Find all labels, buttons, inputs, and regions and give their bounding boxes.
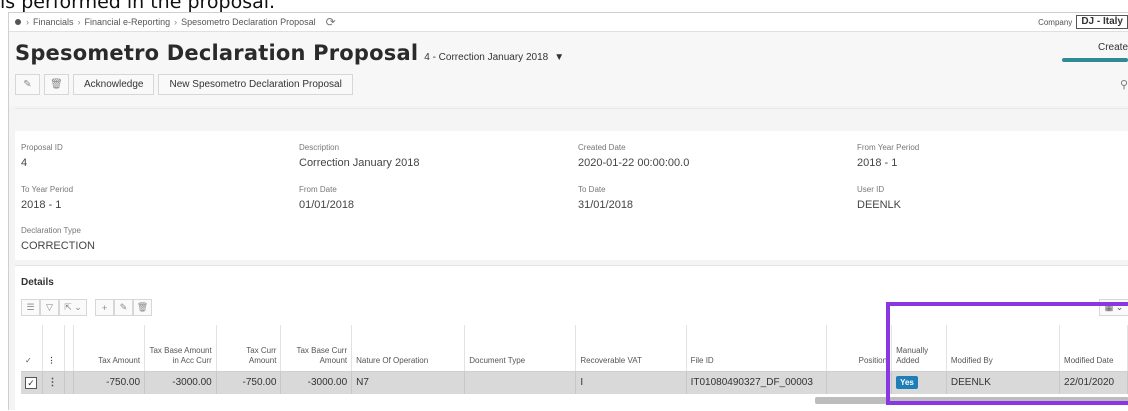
row-checkbox[interactable]: ✓ <box>21 371 44 394</box>
field-declaration-type: Declaration Type CORRECTION <box>21 226 95 252</box>
edit-row-button[interactable]: ✎ <box>114 299 133 316</box>
grid-toolbar: ☰ ▽ ⇱ ⌄ + ✎ 🗑 <box>21 299 152 316</box>
field-value: 31/01/2018 <box>578 199 634 211</box>
caret-down-icon[interactable]: ▼ <box>554 52 564 63</box>
cell-recoverable-vat: I <box>575 371 687 394</box>
field-label: To Year Period <box>21 185 74 194</box>
delete-button[interactable]: 🗑 <box>44 74 69 95</box>
create-status-label: Create <box>1097 42 1128 53</box>
pencil-icon: ✎ <box>119 302 128 312</box>
add-row-button[interactable]: + <box>95 299 114 316</box>
highlight-annotation-box <box>886 302 1128 405</box>
field-label: User ID <box>857 185 885 194</box>
field-user-id: User ID DEENLK <box>857 185 901 211</box>
cell-position <box>826 371 893 394</box>
field-label: Created Date <box>578 143 626 152</box>
field-value: 01/01/2018 <box>299 199 355 211</box>
field-value: CORRECTION <box>21 240 95 252</box>
select-all-checkbox[interactable]: ✓ <box>21 325 44 372</box>
pencil-icon: ✎ <box>23 79 32 90</box>
export-icon: ⇱ ⌄ <box>64 302 82 312</box>
proposal-details-card: Proposal ID 4 Description Correction Jan… <box>15 108 1128 260</box>
field-description: Description Correction January 2018 <box>299 143 419 169</box>
col-position[interactable]: Position <box>826 325 893 372</box>
kebab-icon: ⋮ <box>47 355 56 365</box>
list-view-button[interactable]: ☰ <box>21 299 40 316</box>
filter-icon: ▽ <box>46 302 53 312</box>
col-tax-curr-amount[interactable]: Tax Curr Amount <box>216 325 282 372</box>
cell-nature-of-operation: N7 <box>351 371 466 394</box>
kebab-icon: ⋮ <box>47 377 58 389</box>
col-nature-of-operation[interactable]: Nature Of Operation <box>351 325 466 372</box>
chevron-right-icon: › <box>77 17 81 27</box>
trash-icon: 🗑 <box>136 302 149 312</box>
edit-button[interactable]: ✎ <box>15 74 40 95</box>
cell-document-type <box>464 371 577 394</box>
field-value: 2020-01-22 00:00:00.0 <box>578 157 690 169</box>
title-block: Spesometro Declaration Proposal 4 - Corr… <box>15 41 564 65</box>
plus-icon: + <box>101 302 108 313</box>
export-menu-button[interactable]: ⇱ ⌄ <box>59 299 87 316</box>
acknowledge-button[interactable]: Acknowledge <box>73 74 155 95</box>
col-recoverable-vat[interactable]: Recoverable VAT <box>575 325 687 372</box>
breadcrumb-financial-ereporting[interactable]: Financial e-Reporting <box>85 17 171 27</box>
breadcrumb-financials[interactable]: Financials <box>33 17 74 27</box>
refresh-icon[interactable]: ⟳ <box>326 15 336 29</box>
field-value: Correction January 2018 <box>299 157 420 169</box>
delete-row-button[interactable]: 🗑 <box>133 299 152 316</box>
row-menu-header[interactable]: ⋮ <box>42 325 66 372</box>
field-value: 4 <box>21 157 28 169</box>
field-label: From Date <box>299 185 337 194</box>
company-label: Company <box>1038 17 1073 27</box>
command-toolbar: ✎ 🗑 Acknowledge New Spesometro Declarati… <box>15 74 353 95</box>
cell-tax-base-amount-acc: -3000.00 <box>144 371 217 394</box>
field-label: Description <box>299 143 340 152</box>
col-tax-amount[interactable]: Tax Amount <box>73 325 146 372</box>
new-proposal-button[interactable]: New Spesometro Declaration Proposal <box>158 74 353 95</box>
col-tax-base-amount-acc[interactable]: Tax Base Amount in Acc Curr <box>144 325 217 372</box>
field-value: 2018 - 1 <box>857 157 898 169</box>
field-value: 2018 - 1 <box>21 199 62 211</box>
field-to-date: To Date 31/01/2018 <box>578 185 633 211</box>
home-icon[interactable] <box>15 19 21 25</box>
field-label: Proposal ID <box>21 143 63 152</box>
breadcrumb-bar: › Financials › Financial e-Reporting › S… <box>9 13 1128 32</box>
col-tax-base-curr-amount[interactable]: Tax Base Curr Amount <box>280 325 353 372</box>
breadcrumb-spesometro: Spesometro Declaration Proposal <box>181 17 316 27</box>
field-label: Declaration Type <box>21 226 81 235</box>
col-document-type[interactable]: Document Type <box>464 325 577 372</box>
cell-tax-base-curr-amount: -3000.00 <box>280 371 353 394</box>
list-icon: ☰ <box>26 302 35 312</box>
filter-button[interactable]: ▽ <box>40 299 59 316</box>
cell-file-id: IT01080490327_DF_00003 <box>686 371 828 394</box>
chevron-right-icon: › <box>174 17 178 27</box>
company-selector: Company DJ - Italy <box>1038 15 1128 29</box>
field-proposal-id: Proposal ID 4 <box>21 143 63 169</box>
record-selector[interactable]: 4 - Correction January 2018 <box>424 52 548 63</box>
field-to-year-period: To Year Period 2018 - 1 <box>21 185 73 211</box>
search-icon[interactable]: ⚲ <box>1120 78 1128 91</box>
card-header-band <box>15 109 1128 131</box>
cell-tax-curr-amount: -750.00 <box>216 371 282 394</box>
field-value: DEENLK <box>857 199 902 211</box>
field-from-date: From Date 01/01/2018 <box>299 185 354 211</box>
row-menu-button[interactable]: ⋮ <box>42 371 66 394</box>
chevron-right-icon: › <box>26 17 29 27</box>
field-label: To Date <box>578 185 606 194</box>
page-title: Spesometro Declaration Proposal <box>15 41 419 65</box>
field-label: From Year Period <box>857 143 920 152</box>
cell-tax-amount: -750.00 <box>73 371 146 394</box>
field-created-date: Created Date 2020-01-22 00:00:00.0 <box>578 143 689 169</box>
col-file-id[interactable]: File ID <box>686 325 828 372</box>
trash-icon: 🗑 <box>50 79 63 90</box>
page-header: Spesometro Declaration Proposal 4 - Corr… <box>9 32 1128 106</box>
field-from-year-period: From Year Period 2018 - 1 <box>857 143 919 169</box>
checkbox-checked-icon: ✓ <box>25 376 37 389</box>
details-title: Details <box>21 277 54 288</box>
create-progress-bar <box>1062 58 1128 62</box>
company-value[interactable]: DJ - Italy <box>1076 15 1128 29</box>
